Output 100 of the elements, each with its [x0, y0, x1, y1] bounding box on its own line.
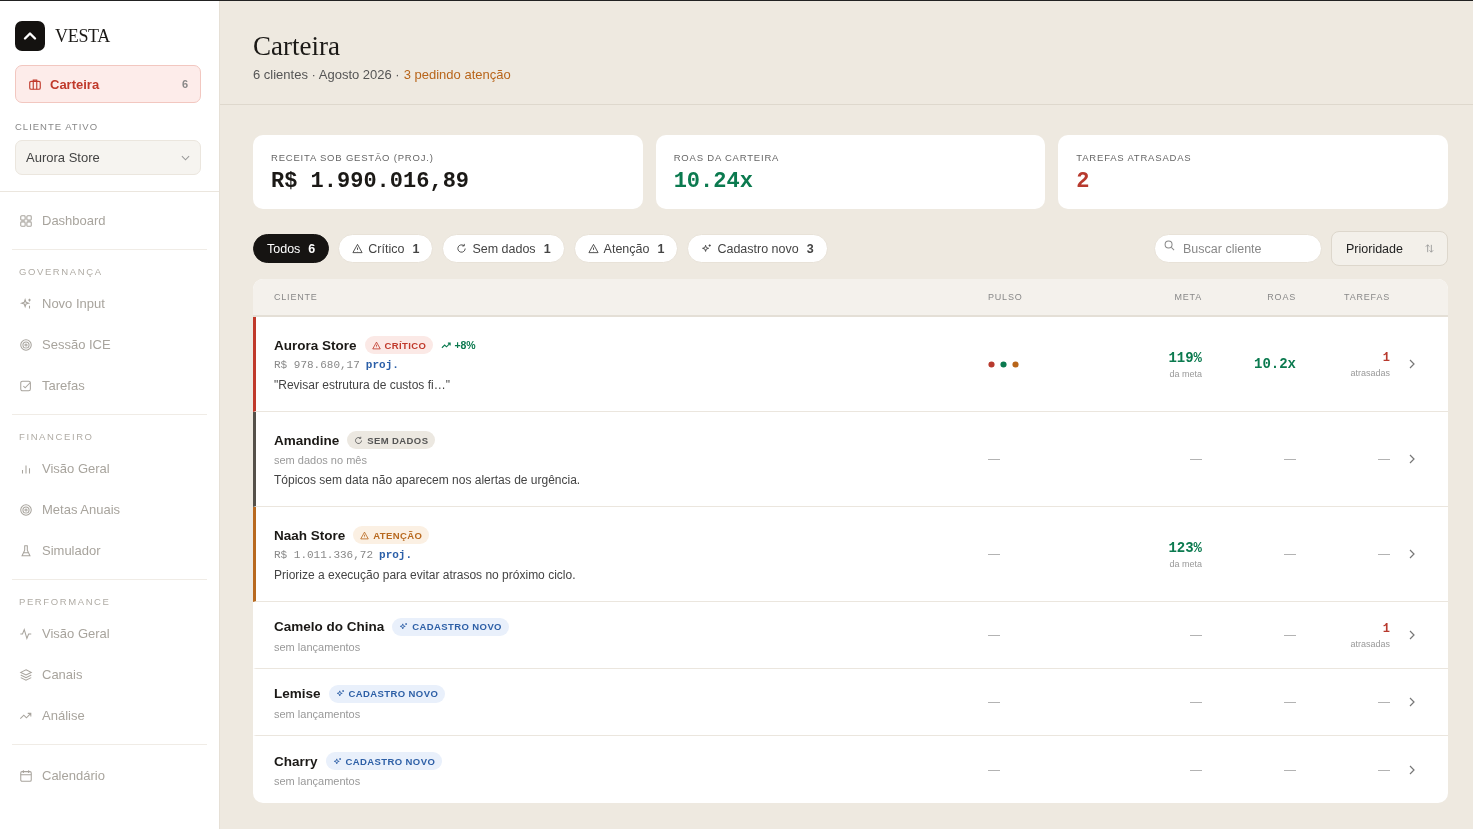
filter-chip[interactable]: Crítico 1	[338, 234, 434, 263]
status-badge: CADASTRO NOVO	[328, 684, 446, 703]
status-badge: CADASTRO NOVO	[325, 752, 443, 770]
chevron-right-icon	[1409, 764, 1415, 775]
checkbox-icon	[19, 378, 33, 393]
empty-value: —	[1284, 452, 1296, 466]
status-badge: ATENÇÃO	[353, 526, 430, 544]
trend-value: +8%	[454, 339, 476, 351]
dashboard-icon	[19, 213, 33, 228]
client-row[interactable]: Amandine SEM DADOS sem dados no mês Tópicos sem data não aparecem nos alertas de urgência. — — — —	[253, 412, 1448, 507]
client-row[interactable]: Lemise CADASTRO NOVO sem lançamentos — — — —	[253, 669, 1448, 736]
section-label: GOVERNANÇA	[18, 265, 104, 279]
status-badge: CRÍTICO	[364, 336, 434, 354]
empty-value: —	[1284, 762, 1296, 777]
status-note: sem lançamentos	[274, 775, 362, 787]
filter-chip[interactable]: Sem dados 1	[442, 234, 565, 263]
client-note: "Revisar estrutura de custos fi…"	[274, 378, 451, 392]
client-row[interactable]: Aurora Store CRÍTICO +8% R$ 978.680,17 proj. "Revisar estrutura de custos fi…" 119% da meta 10.2x 1 atrasadas	[253, 317, 1448, 412]
client-select[interactable]: Aurora Store	[15, 140, 201, 175]
stat-label: ROAS DA CARTEIRA	[673, 152, 781, 163]
sparkle-icon	[19, 296, 33, 311]
empty-value: —	[1284, 695, 1296, 709]
section-label: PERFORMANCE	[18, 595, 112, 609]
overdue-count: 1	[1382, 621, 1390, 636]
projection-link[interactable]: proj.	[379, 549, 413, 561]
client-name: Lemise	[274, 686, 321, 701]
empty-value: —	[1190, 452, 1202, 466]
empty-value: —	[1190, 695, 1202, 709]
pulse-icon	[19, 626, 33, 641]
empty-value: —	[988, 452, 1000, 466]
logo-icon	[15, 21, 45, 51]
warning-icon	[352, 243, 364, 254]
target-icon	[19, 337, 33, 352]
sort-select[interactable]: Prioridade	[1331, 231, 1448, 266]
client-note: Tópicos sem data não aparecem nos alertas de urgência.	[274, 473, 582, 487]
roas-value: 10.2x	[1254, 356, 1296, 372]
value-caption: da meta	[1169, 558, 1202, 569]
sparkle-icon	[335, 689, 345, 698]
empty-value: —	[988, 547, 1000, 561]
section-label: CLIENTE ATIVO	[15, 121, 100, 132]
empty-value: —	[988, 695, 1000, 709]
search-field[interactable]: Buscar cliente	[1154, 234, 1322, 263]
stat-label: RECEITA SOB GESTÃO (PROJ.)	[271, 152, 435, 163]
value-caption: da meta	[1169, 368, 1202, 379]
client-name: Amandine	[274, 432, 340, 448]
warning-icon	[360, 530, 370, 540]
revenue-value: R$ 1.011.336,72	[274, 549, 374, 561]
chevron-down-icon	[181, 154, 190, 161]
portfolio-nav-item[interactable]: Carteira 6	[15, 65, 201, 103]
chevron-right-icon	[1409, 454, 1415, 464]
flask-icon	[19, 543, 33, 558]
client-name: Aurora Store	[274, 337, 357, 353]
status-note: sem lançamentos	[274, 640, 362, 653]
warning-icon	[371, 340, 381, 350]
empty-value: —	[1284, 547, 1296, 561]
layers-icon	[19, 667, 33, 682]
item-count: 6	[181, 78, 188, 90]
value-caption: atrasadas	[1350, 638, 1390, 649]
column-header: TAREFAS	[1343, 292, 1390, 302]
empty-value: —	[1284, 628, 1296, 642]
empty-value: —	[988, 762, 1000, 777]
page-subtitle: 6 clientes · Agosto 2026 ·	[253, 67, 400, 82]
column-header: META	[1173, 292, 1202, 302]
calendar-icon	[19, 768, 33, 783]
section-label: FINANCEIRO	[18, 430, 95, 444]
client-row[interactable]: Naah Store ATENÇÃO R$ 1.011.336,72 proj. Priorize a execução para evitar atrasos no próximo ciclo. — 123% da meta — —	[253, 507, 1448, 602]
filter-chip[interactable]: Atenção 1	[573, 234, 679, 263]
column-header: ROAS	[1266, 292, 1296, 302]
chevron-right-icon	[1409, 697, 1415, 707]
client-name: Charry	[274, 753, 318, 769]
projection-link[interactable]: proj.	[365, 359, 399, 371]
client-row[interactable]: Charry CADASTRO NOVO sem lançamentos — — — —	[253, 736, 1448, 803]
goal-value: 123%	[1168, 539, 1202, 556]
status-note: sem dados no mês	[274, 454, 368, 466]
chevron-right-icon	[1409, 359, 1415, 369]
revenue-value: R$ 978.680,17	[274, 359, 360, 371]
stat-value: 10.24x	[673, 169, 754, 194]
attention-link[interactable]: 3 pedindo atenção	[403, 67, 511, 82]
empty-value: —	[1378, 762, 1390, 777]
empty-value: —	[1378, 695, 1390, 709]
stat-value: R$ 1.990.016,89	[271, 169, 471, 194]
sort-icon	[1424, 243, 1435, 254]
status-note: sem lançamentos	[274, 707, 362, 720]
empty-value: —	[1378, 452, 1390, 466]
sparkle-icon	[701, 243, 713, 254]
filter-chip[interactable]: Todos 6	[253, 234, 330, 263]
overdue-count: 1	[1382, 350, 1390, 365]
warning-icon	[587, 243, 599, 254]
page-title: Carteira	[253, 31, 341, 61]
status-badge: SEM DADOS	[347, 431, 436, 449]
value-caption: atrasadas	[1350, 367, 1390, 378]
stat-value: 2	[1076, 169, 1091, 194]
client-note: Priorize a execução para evitar atrasos no próximo ciclo.	[274, 568, 577, 582]
filter-chip[interactable]: Cadastro novo 3	[687, 234, 828, 263]
status-badge: CADASTRO NOVO	[392, 617, 509, 636]
client-name: Camelo do China	[274, 619, 385, 634]
refresh-icon	[354, 435, 364, 445]
client-name: Naah Store	[274, 527, 346, 543]
empty-value: —	[1190, 762, 1202, 777]
client-row[interactable]: Camelo do China CADASTRO NOVO sem lançamentos — — — 1 atrasadas	[253, 602, 1448, 669]
